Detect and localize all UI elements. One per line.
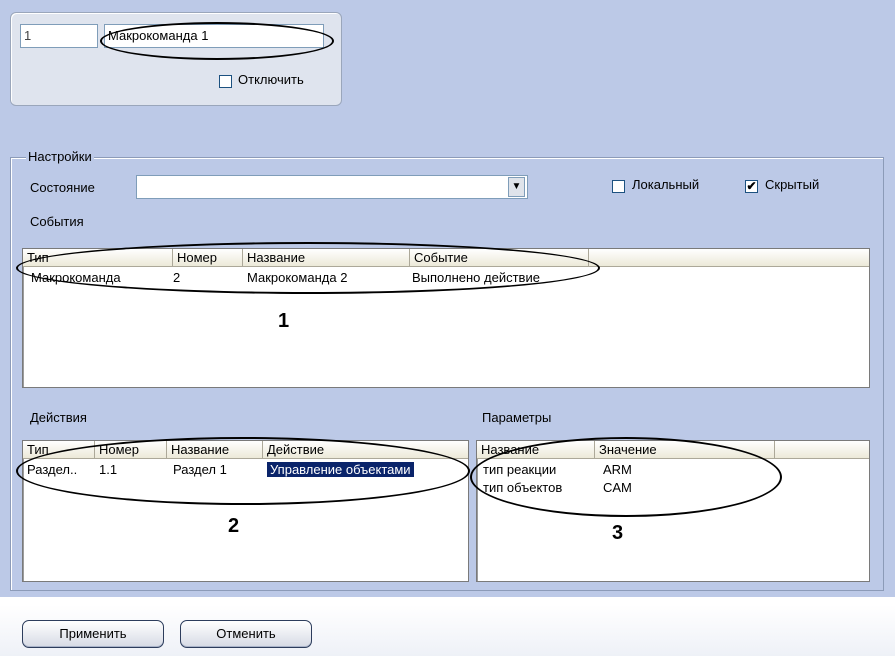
state-label: Состояние <box>30 180 95 195</box>
event-cell-event: Выполнено действие <box>412 270 540 285</box>
params-label: Параметры <box>482 410 552 425</box>
param-cell-value: ARM <box>603 462 632 477</box>
actions-col-action[interactable]: Действие <box>263 441 468 459</box>
local-label: Локальный <box>632 177 700 192</box>
events-col-number[interactable]: Номер <box>173 249 243 267</box>
params-col-value[interactable]: Значение <box>595 441 775 459</box>
callout-1: 1 <box>278 310 290 332</box>
events-col-name[interactable]: Название <box>243 249 410 267</box>
action-cell-name: Раздел 1 <box>173 462 227 477</box>
action-cell-action: Управление объектами <box>263 461 414 479</box>
event-cell-number: 2 <box>173 270 181 285</box>
callout-2: 2 <box>228 515 240 537</box>
hidden-checkbox[interactable]: ✔ <box>745 180 758 193</box>
chevron-down-icon[interactable]: ▼ <box>508 177 525 197</box>
params-table[interactable]: Название Значение тип реакции ARM тип об… <box>476 440 870 582</box>
name-field[interactable]: Макрокоманда 1 <box>104 24 324 48</box>
state-dropdown[interactable] <box>136 175 528 199</box>
id-field[interactable]: 1 <box>20 24 98 48</box>
hidden-label: Скрытый <box>765 177 820 192</box>
selected-action-text[interactable]: Управление объектами <box>267 462 414 477</box>
param-cell-value: CAM <box>603 480 632 495</box>
event-cell-type: Макрокоманда <box>31 270 121 285</box>
actions-table[interactable]: Тип Номер Название Действие Раздел.. 1.1… <box>22 440 469 582</box>
actions-col-number[interactable]: Номер <box>95 441 167 459</box>
action-cell-type: Раздел.. <box>27 462 78 477</box>
cancel-button[interactable]: Отменить <box>180 620 312 648</box>
settings-group-title: Настройки <box>26 149 94 164</box>
event-cell-name: Макрокоманда 2 <box>247 270 348 285</box>
events-table[interactable]: Тип Номер Название Событие Макрокоманда … <box>22 248 870 388</box>
actions-label: Действия <box>30 410 87 425</box>
events-label: События <box>30 214 84 229</box>
action-cell-number: 1.1 <box>99 462 118 477</box>
apply-button[interactable]: Применить <box>22 620 164 648</box>
param-cell-name: тип объектов <box>483 480 563 495</box>
events-col-empty <box>589 249 869 267</box>
disable-checkbox[interactable] <box>219 75 232 88</box>
callout-3: 3 <box>612 522 624 544</box>
events-col-event[interactable]: Событие <box>410 249 589 267</box>
param-cell-name: тип реакции <box>483 462 557 477</box>
disable-label: Отключить <box>238 72 304 87</box>
params-col-empty <box>775 441 869 459</box>
actions-col-name[interactable]: Название <box>167 441 263 459</box>
events-col-type[interactable]: Тип <box>23 249 173 267</box>
local-checkbox[interactable] <box>612 180 625 193</box>
params-col-name[interactable]: Название <box>477 441 595 459</box>
actions-col-type[interactable]: Тип <box>23 441 95 459</box>
